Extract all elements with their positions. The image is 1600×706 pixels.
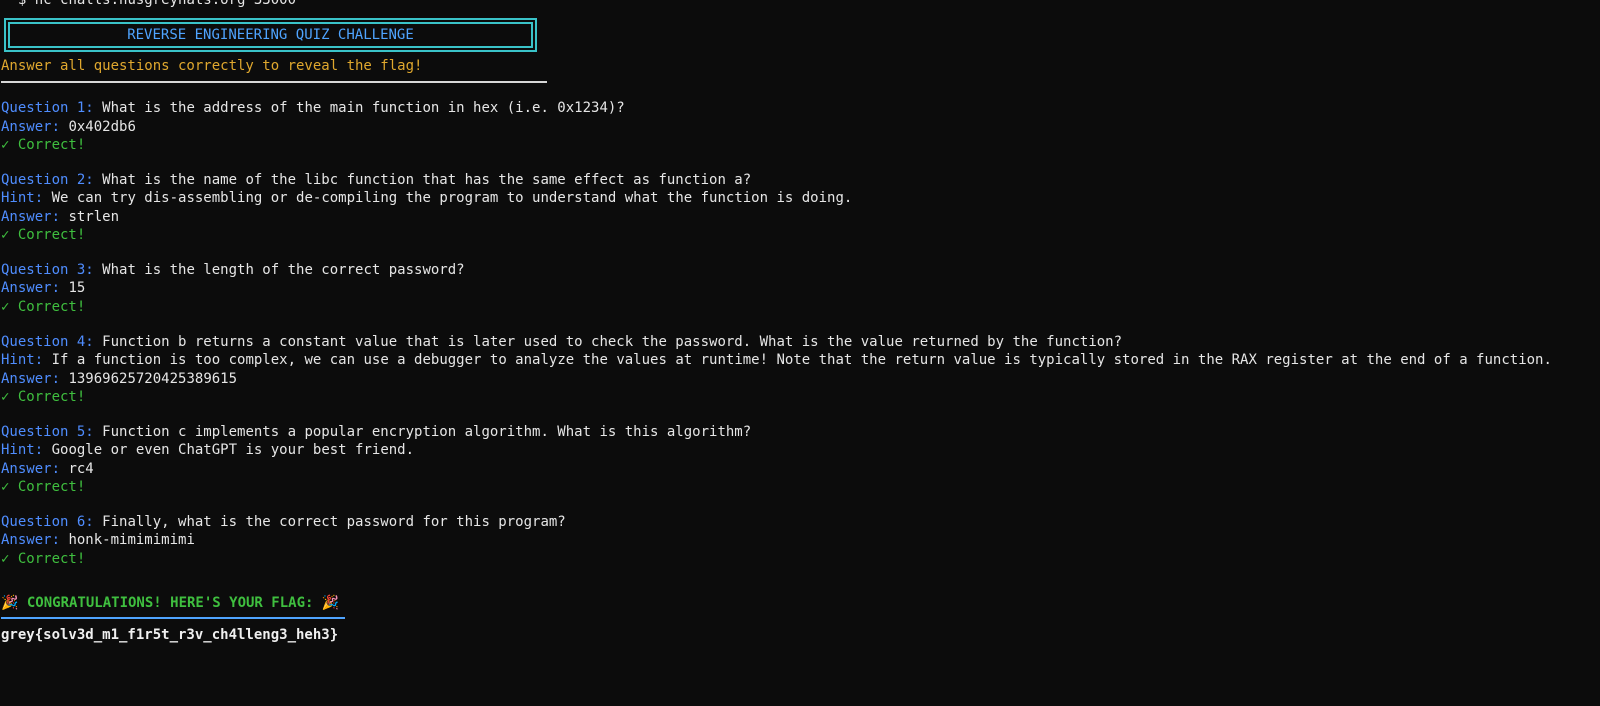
question-line: Question 3: What is the length of the co… (1, 261, 1599, 279)
question-label: Question 6: (1, 514, 94, 531)
question-label: Question 5: (1, 424, 94, 441)
answer-line: Answer: strlen (1, 208, 1599, 226)
hint-line: Hint: Google or even ChatGPT is your bes… (1, 441, 1599, 459)
question-text: Finally, what is the correct password fo… (102, 514, 566, 531)
question-label: Question 4: (1, 334, 94, 351)
banner-subtitle: Answer all questions correctly to reveal… (1, 58, 423, 75)
question-line: Question 4: Function b returns a constan… (1, 333, 1599, 351)
answer-line: Answer: honk-mimimimimi (1, 531, 1599, 549)
answer-line: Answer: 0x402db6 (1, 118, 1599, 136)
answer-label: Answer: (1, 460, 61, 477)
answer-label: Answer: (1, 208, 61, 225)
answer-value: 15 (68, 280, 86, 297)
prompt-symbol: $ (17, 0, 27, 8)
congratulations-message: 🎉 CONGRATULATIONS! HERE'S YOUR FLAG: 🎉 (1, 594, 340, 611)
answer-value: 0x402db6 (68, 118, 136, 135)
hint-text: We can try dis-assembling or de-compilin… (51, 190, 853, 207)
correct-status: ✓ Correct! (1, 478, 86, 495)
correct-status: ✓ Correct! (1, 298, 86, 315)
question-line: Question 6: Finally, what is the correct… (1, 513, 1599, 531)
answer-label: Answer: (1, 532, 61, 549)
banner-box: REVERSE ENGINEERING QUIZ CHALLENGE (4, 18, 537, 53)
hint-line: Hint: We can try dis-assembling or de-co… (1, 189, 1599, 207)
answer-value: rc4 (68, 460, 94, 477)
question-text: What is the name of the libc function th… (102, 172, 752, 189)
answer-label: Answer: (1, 280, 61, 297)
answer-line: Answer: rc4 (1, 460, 1599, 478)
hint-label: Hint: (1, 190, 44, 207)
divider (1, 81, 547, 84)
question-line: Question 2: What is the name of the libc… (1, 171, 1599, 189)
question-text: Function c implements a popular encrypti… (102, 424, 752, 441)
hint-text: Google or even ChatGPT is your best frie… (51, 442, 415, 459)
flag-text: grey{solv3d_m1_f1r5t_r3v_ch4lleng3_heh3} (1, 626, 339, 643)
correct-status: ✓ Correct! (1, 550, 86, 567)
banner-title: REVERSE ENGINEERING QUIZ CHALLENGE (8, 22, 533, 49)
prompt-glyph: └─ (1, 0, 18, 8)
hint-label: Hint: (1, 352, 44, 369)
hint-line: Hint: If a function is too complex, we c… (1, 351, 1599, 369)
question-label: Question 1: (1, 100, 94, 117)
question-line: Question 5: Function c implements a popu… (1, 423, 1599, 441)
question-text: Function b returns a constant value that… (102, 334, 1123, 351)
question-label: Question 2: (1, 172, 94, 189)
question-text: What is the address of the main function… (102, 100, 625, 117)
correct-status: ✓ Correct! (1, 226, 86, 243)
question-line: Question 1: What is the address of the m… (1, 99, 1599, 117)
correct-status: ✓ Correct! (1, 388, 86, 405)
answer-line: Answer: 13969625720425389615 (1, 370, 1599, 388)
command-text: nc challs.nusgreyhats.org 33000 (34, 0, 297, 8)
answer-value: honk-mimimimimi (68, 532, 195, 549)
command-line: └─$ nc challs.nusgreyhats.org 33000 (1, 0, 1599, 9)
flag-divider (1, 616, 345, 619)
answer-value: 13969625720425389615 (68, 370, 238, 387)
hint-text: If a function is too complex, we can use… (51, 352, 1552, 369)
question-text: What is the length of the correct passwo… (102, 262, 465, 279)
hint-label: Hint: (1, 442, 44, 459)
answer-line: Answer: 15 (1, 279, 1599, 297)
terminal-window[interactable]: └─$ nc challs.nusgreyhats.org 33000 REVE… (1, 0, 1599, 644)
correct-status: ✓ Correct! (1, 136, 86, 153)
answer-label: Answer: (1, 370, 61, 387)
answer-label: Answer: (1, 118, 61, 135)
answer-value: strlen (68, 208, 120, 225)
question-label: Question 3: (1, 262, 94, 279)
